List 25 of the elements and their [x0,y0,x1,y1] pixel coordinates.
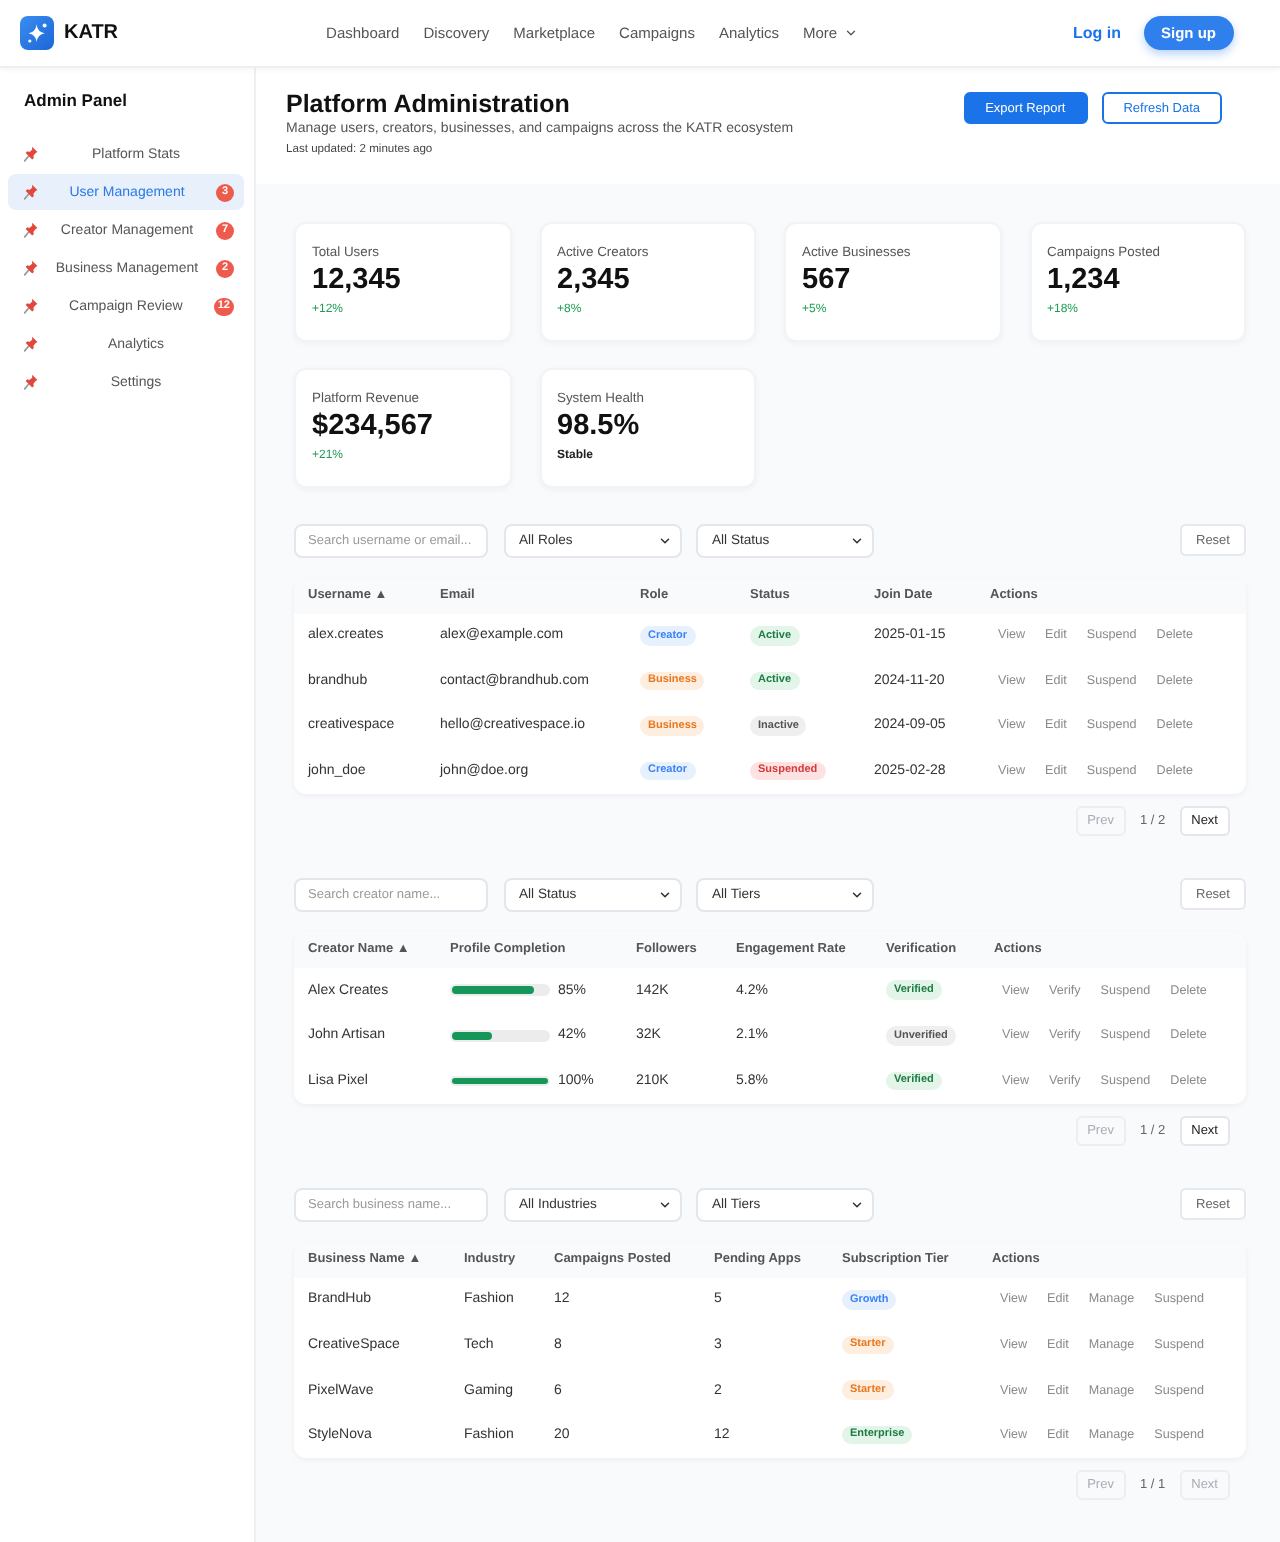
pin-icon [24,260,38,276]
chevron-down-icon [843,26,858,40]
pin-icon [24,374,38,390]
brand-name: KATR [64,22,119,44]
stat-value: 1,234 [1047,264,1122,298]
stat-value: 12,345 [312,264,403,298]
chevron-down-icon [657,887,671,902]
pin-icon [24,146,38,162]
pin-icon [24,336,38,352]
stat-value: $234,567 [312,410,435,444]
chevron-down-icon [850,533,864,547]
page-title: Platform Administration [286,90,572,120]
stat-value: 567 [802,264,853,298]
chevron-down-icon [850,887,864,902]
pin-icon [24,184,38,200]
pin-icon [24,298,38,314]
logo-icon [20,16,54,50]
stat-value: 2,345 [557,264,632,298]
stat-value: 98.5% [557,410,642,444]
sidebar-title: Admin Panel [24,90,129,112]
chevron-down-icon [657,533,671,547]
pin-icon [24,222,38,238]
chevron-down-icon [657,1197,671,1212]
chevron-down-icon [850,1197,864,1212]
login-link[interactable]: Log in [1073,24,1121,42]
